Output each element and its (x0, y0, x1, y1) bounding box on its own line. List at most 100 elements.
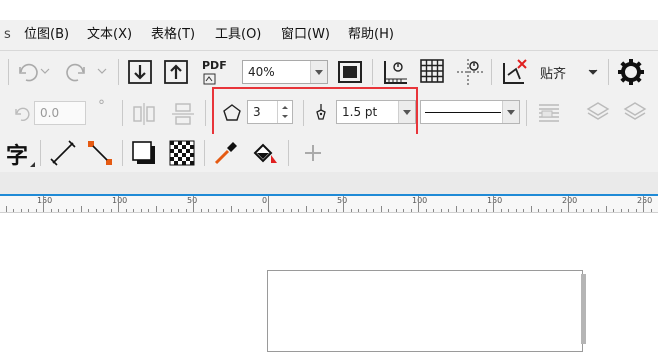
export-icon[interactable] (162, 58, 190, 86)
undo-icon[interactable] (14, 61, 40, 83)
redo-dropdown-icon[interactable] (97, 67, 107, 75)
ruler-tick (103, 209, 104, 212)
toolbar-separator (40, 140, 41, 166)
eyedropper-icon[interactable] (212, 139, 240, 167)
ruler-tick (186, 209, 187, 212)
redo-icon[interactable] (64, 61, 90, 83)
ruler-tick (351, 209, 352, 212)
ruler-tick (583, 209, 584, 212)
ruler-tick (553, 209, 554, 212)
to-back-icon[interactable] (621, 99, 649, 127)
dimension-tool-icon[interactable] (49, 139, 77, 167)
toolbar-gap (0, 172, 658, 194)
add-tool-icon[interactable] (303, 143, 323, 163)
show-guidelines-icon[interactable] (455, 57, 485, 87)
ruler-tick (148, 209, 149, 212)
zoom-dropdown-icon[interactable] (310, 61, 327, 83)
line-style-combo[interactable] (420, 100, 520, 124)
connector-tool-icon[interactable] (86, 139, 114, 167)
toolbar-separator (608, 59, 609, 85)
ruler-tick (388, 209, 389, 212)
ruler-tick (321, 209, 322, 212)
ruler-tick (81, 206, 82, 212)
ruler-tick (328, 209, 329, 212)
ruler-tick (516, 209, 517, 212)
gear-icon[interactable] (616, 57, 646, 87)
ruler-tick (163, 209, 164, 212)
ruler-tick (268, 196, 269, 212)
transparency-tool-icon[interactable] (168, 139, 196, 167)
toolbar-separator (118, 59, 119, 85)
zoom-level-combo[interactable]: 40% (242, 60, 328, 84)
ruler-tick (478, 209, 479, 212)
ruler-tick (643, 196, 644, 212)
ruler-label: 0 (262, 196, 268, 205)
ruler-tick (523, 209, 524, 212)
show-grid-icon[interactable] (418, 57, 446, 85)
menu-tools[interactable]: 工具(O) (215, 20, 261, 50)
snap-to-label: 贴齐 (540, 67, 567, 82)
ruler-label: 100 (112, 196, 128, 205)
ruler-tick (231, 206, 232, 212)
ruler-tick (606, 206, 607, 212)
ruler-tick (126, 209, 127, 212)
ruler-tick (403, 209, 404, 212)
ruler-tick (298, 209, 299, 212)
toolbar-separator (288, 140, 289, 166)
menu-bitmap[interactable]: 位图(B) (24, 20, 69, 50)
show-rulers-icon[interactable] (381, 57, 411, 87)
toolbar-separator (122, 100, 123, 126)
ruler-tick (178, 209, 179, 212)
snap-to-dropdown[interactable]: 贴齐 (540, 60, 602, 84)
mirror-vertical-icon[interactable] (170, 101, 196, 127)
ruler-tick (88, 209, 89, 212)
rotation-angle-field[interactable]: 0.0 (34, 101, 86, 125)
drop-shadow-icon[interactable] (130, 139, 158, 167)
toolbar-separator (372, 59, 373, 85)
import-icon[interactable] (126, 58, 154, 86)
ruler-tick (613, 209, 614, 212)
toolbox-row: 字 (0, 134, 658, 172)
zoom-level-value: 40% (248, 65, 275, 79)
ruler-tick (531, 206, 532, 212)
ruler-label: 250 (637, 196, 653, 205)
menu-bar: s 位图(B) 文本(X) 表格(T) 工具(O) 窗口(W) 帮助(H) (0, 20, 658, 50)
full-screen-preview-icon[interactable] (336, 59, 364, 85)
undo-dropdown-icon[interactable] (40, 67, 50, 75)
ruler-tick (276, 209, 277, 212)
ruler-tick (111, 209, 112, 212)
interactive-fill-icon[interactable] (249, 139, 279, 167)
menu-text[interactable]: 文本(X) (87, 20, 132, 50)
ruler-tick (336, 209, 337, 212)
ruler-tick (246, 209, 247, 212)
ruler-tick (598, 209, 599, 212)
to-front-icon[interactable] (584, 99, 612, 127)
text-tool-glyph[interactable]: 字 (6, 138, 28, 170)
ruler-tick (118, 196, 119, 212)
ruler-label: 100 (412, 196, 428, 205)
ruler-tick (171, 209, 172, 212)
ruler-tick (591, 209, 592, 212)
ruler-tick (538, 209, 539, 212)
window-top-strip (0, 0, 658, 20)
mirror-horizontal-icon[interactable] (131, 101, 157, 127)
menu-table[interactable]: 表格(T) (151, 20, 195, 50)
wrap-text-icon[interactable] (536, 100, 562, 126)
ruler-tick (306, 206, 307, 212)
publish-pdf-button[interactable]: PDF (200, 57, 230, 87)
ruler-tick (216, 209, 217, 212)
ruler-tick (201, 209, 202, 212)
ruler-tick (156, 206, 157, 212)
ruler-tick (373, 209, 374, 212)
ruler-tick (568, 196, 569, 212)
ruler-tick (621, 209, 622, 212)
pdf-label: PDF (202, 59, 227, 72)
line-style-dropdown-icon[interactable] (502, 101, 519, 123)
ruler-tick (133, 209, 134, 212)
highlight-box (212, 87, 418, 141)
ruler-tick (448, 209, 449, 212)
menu-window[interactable]: 窗口(W) (281, 20, 330, 50)
menu-help[interactable]: 帮助(H) (348, 20, 394, 50)
ruler-tick (343, 196, 344, 212)
snap-off-icon[interactable] (500, 57, 530, 87)
